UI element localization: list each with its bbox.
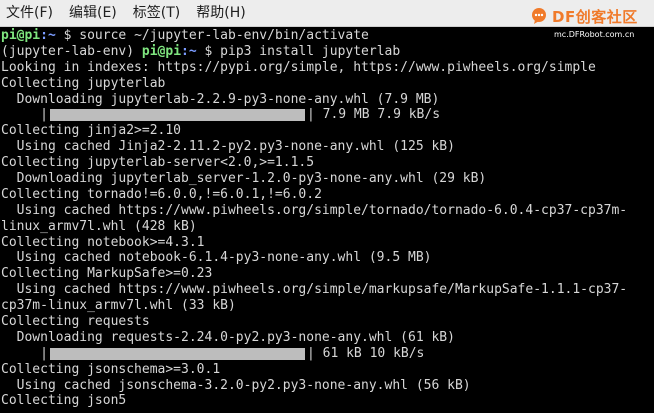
output-line: Collecting jupyterlab-server<2.0,>=1.1.5 <box>1 155 315 171</box>
prompt-dollar: $ <box>196 43 221 59</box>
progress-bar-right-edge: | <box>306 345 315 361</box>
prompt-dollar: $ <box>55 28 80 43</box>
progress-bar-left-edge: | <box>40 107 48 123</box>
menu-file[interactable]: 文件(F) <box>0 1 61 26</box>
prompt-user: pi@pi <box>141 43 182 59</box>
progress-fill-1 <box>49 109 305 122</box>
output-line: Collecting requests <box>1 314 150 330</box>
prompt-separator: : <box>40 28 48 43</box>
progress-line-1: | | 7.9 MB 7.9 kB/s <box>1 107 654 123</box>
prompt-user: pi@pi <box>1 28 41 43</box>
output-line: linux_armv7l.whl (428 kB) <box>1 218 197 234</box>
terminal-window: 文件(F) 编辑(E) 标签(T) 帮助(H) pi@pi:~ $ source… <box>0 0 654 413</box>
output-line: Collecting jinja2>=2.10 <box>1 123 182 139</box>
progress-bar-left-edge: | <box>40 345 48 361</box>
progress-fill-2 <box>49 347 305 360</box>
output-line: Using cached Jinja2-2.11.2-py2.py3-none-… <box>1 139 455 155</box>
command-text: source ~/jupyter-lab-env/bin/activate <box>79 28 369 43</box>
progress-bar-1 <box>49 109 305 122</box>
menu-tabs[interactable]: 标签(T) <box>125 1 188 26</box>
output-line: Collecting tornado!=6.0.0,!=6.0.1,!=6.0.… <box>1 186 322 202</box>
progress-text-1: 7.9 MB 7.9 kB/s <box>314 107 441 123</box>
output-line: cp37m-linux_armv7l.whl (33 kB) <box>1 298 236 314</box>
output-line: Downloading jupyterlab-2.2.9-py3-none-an… <box>1 91 440 107</box>
output-line: Using cached https://www.piwheels.org/si… <box>1 282 628 298</box>
progress-text-2: 61 kB 10 kB/s <box>314 345 425 361</box>
output-line: Collecting MarkupSafe>=0.23 <box>1 266 213 282</box>
output-line: Collecting jupyterlab <box>1 75 166 91</box>
output-line: Collecting notebook>=4.3.1 <box>1 234 205 250</box>
prompt-line-1: pi@pi:~ $ source ~/jupyter-lab-env/bin/a… <box>1 28 654 44</box>
prompt-line-2: (jupyter-lab-env) pi@pi:~ $ pip3 install… <box>1 44 654 60</box>
output-line: Downloading jupyterlab_server-1.2.0-py3-… <box>1 171 487 187</box>
progress-bar-right-edge: | <box>306 107 315 123</box>
output-line: Using cached jsonschema-3.2.0-py2.py3-no… <box>1 377 471 393</box>
output-line: Using cached https://www.piwheels.org/si… <box>1 202 628 218</box>
output-line: Collecting jsonschema>=3.0.1 <box>1 361 221 377</box>
menu-help[interactable]: 帮助(H) <box>188 1 253 26</box>
output-line: Looking in indexes: https://pypi.org/sim… <box>1 59 596 75</box>
output-line: Collecting json5 <box>1 393 127 409</box>
output-line: Downloading requests-2.24.0-py2.py3-none… <box>1 329 455 345</box>
terminal-output[interactable]: pi@pi:~ $ source ~/jupyter-lab-env/bin/a… <box>0 27 654 413</box>
venv-label: (jupyter-lab-env) <box>1 43 142 59</box>
output-line: Using cached notebook-6.1.4-py3-none-any… <box>1 250 432 266</box>
menu-bar: 文件(F) 编辑(E) 标签(T) 帮助(H) <box>0 0 654 27</box>
progress-line-2: | | 61 kB 10 kB/s <box>1 346 654 362</box>
prompt-path: ~ <box>47 28 56 43</box>
progress-bar-2 <box>49 347 305 360</box>
prompt-path: ~ <box>188 43 197 59</box>
prompt-separator: : <box>181 43 189 59</box>
command-text: pip3 install jupyterlab <box>220 43 401 59</box>
menu-edit[interactable]: 编辑(E) <box>61 1 125 26</box>
